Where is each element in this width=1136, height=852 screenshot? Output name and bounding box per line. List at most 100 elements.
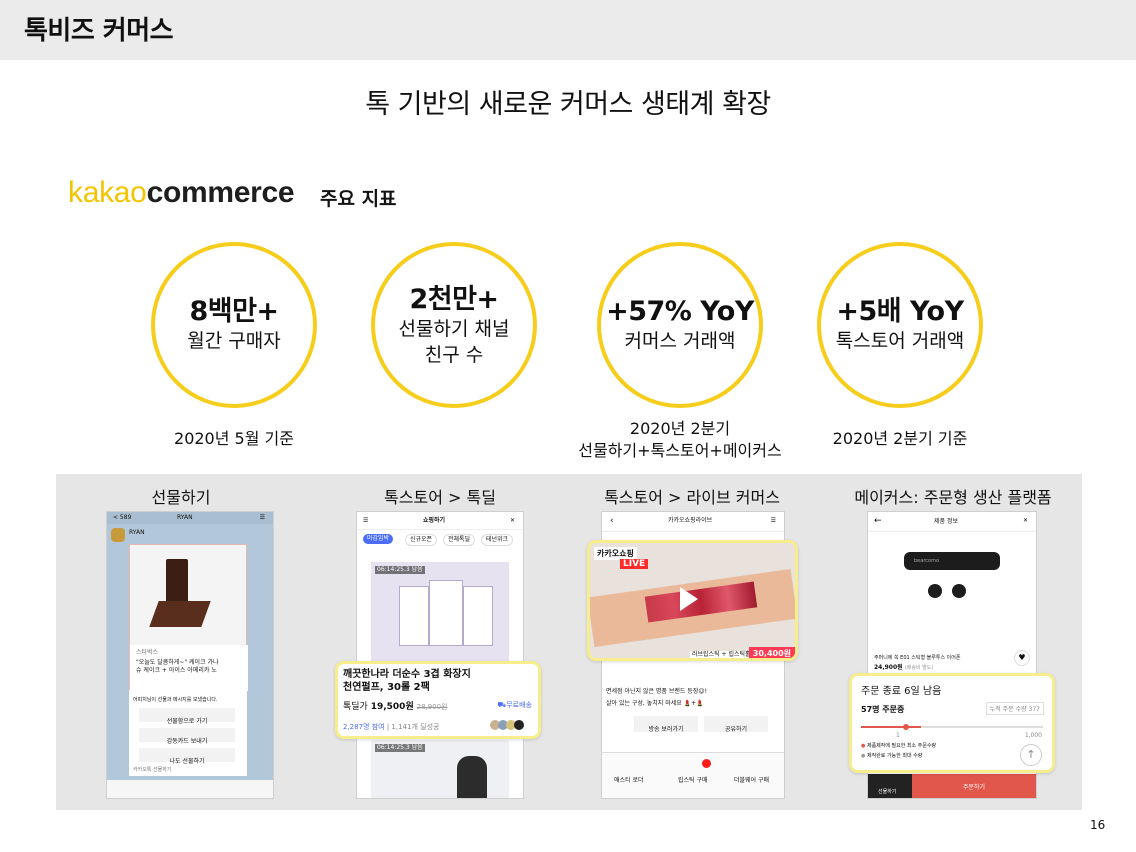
showcase-title-makers: 메이커스: 주문형 생산 플랫폼 (854, 488, 1052, 507)
app-title: 제품 정보 (934, 518, 958, 525)
deal-timer: 06:14:25.3 남음 (375, 744, 425, 752)
earbud-image (928, 584, 942, 598)
kpi-talkstore-gmv: +5배 YoY 톡스토어 거래액 (817, 242, 983, 408)
send-card-button[interactable]: 감동카드 보내기 (139, 728, 235, 745)
tab-week[interactable]: 테넌위크 (481, 534, 514, 546)
kpi-label: 친구 수 (424, 344, 484, 366)
heart-icon[interactable]: ♥ (1014, 650, 1030, 666)
gift-message-box: 어피치님이 선물과 메시지를 보냈습니다. 선물함으로 가기 감동카드 보내기 … (129, 690, 247, 776)
kpi-value: +57% YoY (606, 296, 754, 327)
nav-item-estee[interactable]: 애스티 로더 (614, 777, 644, 785)
play-icon[interactable] (680, 587, 698, 611)
gift-tab-button[interactable]: 선물하기 (868, 774, 912, 798)
max-quantity-note: ● 제작완료 가능한 최대 수량 (861, 753, 923, 759)
talkdeal-product-popup[interactable]: 깨끗한나라 더순수 3겹 화장지 천연펄프, 30롤 2팩 톡딜가 19,500… (335, 661, 541, 739)
talkdeal-tabs: 마감임박 신규오픈 전체톡딜 테넌위크 (357, 530, 523, 548)
progress-marker (903, 724, 909, 730)
gift-box-button[interactable]: 선물함으로 가기 (139, 708, 235, 725)
back-icon[interactable]: ‹ (610, 517, 614, 526)
deal-price: 19,500원 (370, 702, 414, 712)
earphone-case-image: bearcomo (904, 552, 1000, 570)
live-video-popup[interactable]: 카카오쇼핑 LIVE 러브립스틱 + 립스틱홀더 30,400원 (587, 540, 798, 661)
live-topbar: ‹ 카카오쇼핑라이브 ☰ (602, 512, 784, 532)
share-button[interactable]: 공유하기 (704, 716, 768, 733)
kpi-note-line: 선물하기+톡스토어+메이커스 (578, 441, 782, 460)
slide-title: 톡비즈 커머스 (24, 16, 174, 46)
sender-name: RYAN (129, 529, 145, 536)
kpi-label: 톡스토어 거래액 (835, 330, 965, 352)
order-button[interactable]: 주문하기 (912, 774, 1036, 798)
kakao-commerce-logo: kakaocommerce (68, 176, 295, 210)
makers-topbar: ← 제품 정보 ✕ (868, 512, 1036, 532)
gift-topbar: < 589 RYAN ☰ (107, 512, 273, 524)
showcase-title-live: 톡스토어 > 라이브 커머스 (604, 488, 780, 507)
gift-chat-screenshot: < 589 RYAN ☰ RYAN 스타벅스 "오늘도 달콤하게~" 케이크 가… (107, 512, 273, 798)
notification-dot (702, 759, 711, 768)
menu-icon[interactable]: ☰ (771, 517, 776, 525)
tissue-pack-image (399, 586, 429, 646)
order-progress-fill (861, 726, 922, 728)
kpi-label: 월간 구매자 (187, 330, 281, 352)
scale-min: 1 (896, 732, 900, 739)
back-icon[interactable]: ← (874, 517, 882, 526)
nav-item-doublewear[interactable]: 더블웨어 구매 (734, 777, 769, 785)
close-icon[interactable]: ✕ (1023, 517, 1028, 525)
close-icon[interactable]: ✕ (510, 517, 515, 525)
scale-max: 1,000 (1024, 732, 1042, 739)
talkdeal-screenshot: ☰ 쇼핑하기 ✕ 마감임박 신규오픈 전체톡딜 테넌위크 06:14:25.3 … (357, 512, 523, 798)
product-title: 천연펄프, 30롤 2팩 (343, 682, 430, 693)
model-product-image[interactable]: 06:14:25.3 남음 (371, 740, 509, 798)
kpi-monthly-buyers: 8백만+ 월간 구매자 (151, 242, 317, 408)
scroll-top-icon[interactable]: ↑ (1020, 744, 1042, 766)
chat-message: 면세점 아닌지 않은 명품 브랜드 등장😉! (606, 688, 707, 695)
earbud-image (952, 584, 966, 598)
live-chat-area: 면세점 아닌지 않은 명품 브랜드 등장😉! 살아 있는 구성, 놓치지 마세요… (602, 662, 784, 746)
tab-all[interactable]: 전체톡딜 (443, 534, 476, 546)
app-title: 카카오쇼핑라이브 (668, 517, 713, 524)
showcase-title-talkdeal: 톡스토어 > 톡딜 (384, 488, 496, 507)
truck-icon: ⛟ (497, 701, 507, 709)
menu-icon[interactable]: ☰ (260, 514, 265, 522)
kpi-label: 선물하기 채널 (398, 318, 510, 340)
tab-closing-soon[interactable]: 마감임박 (363, 534, 394, 544)
tissue-pack-image (463, 586, 493, 646)
iced-coffee-image (166, 559, 188, 605)
accumulated-quantity: 누적 주문 수량 377 (985, 702, 1044, 715)
talkdeal-topbar: ☰ 쇼핑하기 ✕ (357, 512, 523, 530)
watch-broadcast-button[interactable]: 방송 보러가기 (634, 716, 698, 733)
product-name: 주머니에 쏙 E01 스틱형 블루투스 이어폰 (874, 655, 961, 661)
kpi-note: 2020년 5월 기준 (174, 429, 294, 448)
deal-timer: 06:14:25.3 남음 (375, 566, 425, 574)
order-progress-track (861, 724, 1043, 730)
product-brand: bearcomo (914, 558, 939, 564)
avatar (111, 528, 125, 542)
makers-order-popup[interactable]: 주문 종료 6일 남음 57명 주문중 누적 주문 수량 377 1 1,000… (849, 673, 1055, 773)
kpi-value: +5배 YoY (836, 296, 964, 327)
model-image (457, 756, 487, 798)
cake-image (149, 601, 211, 627)
app-title: 쇼핑하기 (423, 517, 446, 524)
kpi-note-line: 2020년 2분기 (629, 419, 731, 438)
tissue-pack-image (429, 580, 463, 646)
key-metrics-label: 주요 지표 (320, 188, 397, 210)
product-title: 깨끗한나라 더순수 3겹 화장지 (343, 669, 471, 680)
gift-too-button[interactable]: 나도 선물하기 (139, 748, 235, 765)
free-shipping-badge: ⛟무료배송 (497, 701, 532, 709)
logo-commerce-text: commerce (146, 176, 295, 209)
deal-stats: 2,287명 참여 | 1,141개 딜성공 (343, 723, 440, 731)
menu-icon[interactable]: ☰ (363, 517, 368, 525)
chat-input-bar[interactable] (107, 780, 273, 798)
back-count[interactable]: < 589 (113, 514, 131, 522)
kpi-value: 8백만+ (189, 296, 279, 327)
order-status: 주문 종료 6일 남음 (861, 686, 942, 697)
kpi-value: 2천만+ (409, 284, 499, 315)
gift-card-text: 슈 케이크 + 아이스 아메리카 노 (136, 667, 217, 674)
tissue-product-image[interactable]: 06:14:25.3 남음 (371, 562, 509, 672)
gift-footer: 카카오톡 선물하기 (133, 767, 172, 773)
nav-item-lipstick[interactable]: 립스틱 구매 (678, 777, 708, 785)
slide-subtitle: 톡 기반의 새로운 커머스 생태계 확장 (365, 89, 771, 120)
kpi-note: 2020년 2분기 선물하기+톡스토어+메이커스 (560, 418, 800, 462)
tab-new[interactable]: 신규오픈 (405, 534, 438, 546)
gift-card[interactable]: 스타벅스 "오늘도 달콤하게~" 케이크 가나 슈 케이크 + 아이스 아메리카… (129, 544, 248, 691)
kpi-gift-friends: 2천만+ 선물하기 채널 친구 수 (371, 242, 537, 408)
